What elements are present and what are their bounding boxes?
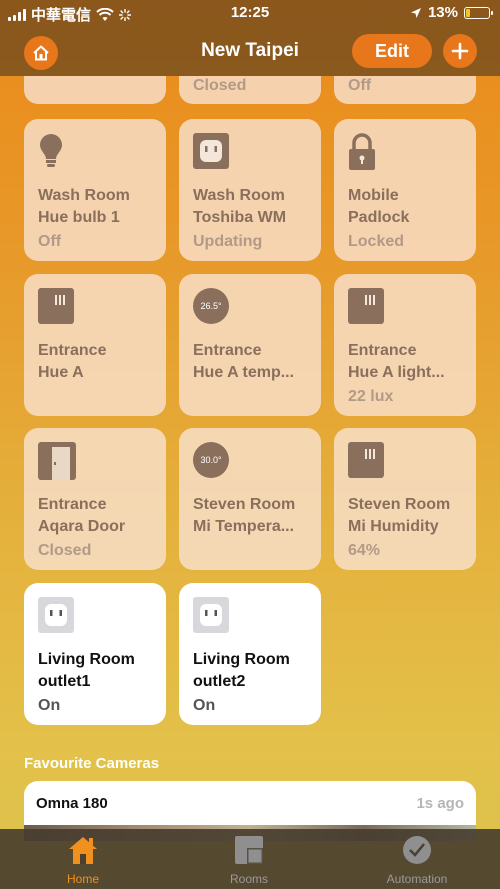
temperature-icon: 26.5° — [193, 288, 229, 324]
clock-check-icon — [403, 836, 431, 864]
location-arrow-icon — [410, 7, 421, 18]
tile-status: On — [38, 697, 61, 714]
tile-status: On — [193, 697, 216, 714]
camera-timestamp: 1s ago — [416, 795, 464, 812]
camera-name: Omna 180 — [36, 795, 108, 812]
tile-name: Living Room outlet1 — [38, 651, 135, 690]
tab-label: Rooms — [229, 872, 268, 886]
tab-label: Automation — [386, 872, 448, 886]
lightbulb-icon — [40, 134, 62, 167]
sensor-icon — [38, 288, 74, 324]
accessory-tile[interactable]: Entrance Hue A light... 22 lux — [334, 274, 476, 416]
lock-icon — [349, 133, 375, 170]
section-title-cameras: Favourite Cameras — [24, 755, 160, 772]
accessory-tile[interactable]: 26.5° Entrance Hue A temp... — [179, 274, 321, 416]
edit-button[interactable]: Edit — [352, 34, 432, 68]
accessory-tile[interactable]: Living Room outlet2 On — [179, 583, 321, 725]
accessory-tile[interactable]: Wash Room Toshiba WM Updating — [179, 119, 321, 261]
accessory-tile[interactable]: Closed — [179, 76, 321, 104]
accessory-tile[interactable]: Entrance Hue A — [24, 274, 166, 416]
add-button[interactable] — [443, 34, 477, 68]
tile-status: Closed — [38, 542, 92, 559]
accessory-tile[interactable]: Steven Room Mi Humidity 64% — [334, 428, 476, 570]
tile-status: 22 lux — [348, 388, 394, 405]
tile-name: Living Room outlet2 — [193, 651, 290, 690]
navigation-bar: New Taipei Edit — [0, 28, 500, 76]
tile-status: Off — [348, 77, 372, 94]
sensor-icon — [348, 442, 384, 478]
tile-status: 64% — [348, 542, 381, 559]
tile-name: Steven Room Mi Humidity — [348, 496, 451, 535]
accessory-tile[interactable]: Entrance Aqara Door Closed — [24, 428, 166, 570]
tile-name: Mobile Padlock — [348, 187, 410, 226]
tab-bar: Home Rooms Automation — [0, 829, 500, 889]
tile-name: Wash Room Toshiba WM — [193, 187, 287, 226]
tile-name: Entrance Aqara Door — [38, 496, 126, 535]
tab-home[interactable]: Home — [23, 835, 143, 886]
accessory-tile[interactable] — [24, 76, 166, 104]
temperature-icon: 30.0° — [193, 442, 229, 478]
sensor-icon — [348, 288, 384, 324]
accessory-tile[interactable]: 30.0° Steven Room Mi Tempera... — [179, 428, 321, 570]
accessory-tile[interactable]: Off — [334, 76, 476, 104]
battery-icon — [464, 6, 493, 19]
accessory-tile[interactable]: Mobile Padlock Locked — [334, 119, 476, 261]
tile-status: Updating — [193, 233, 263, 250]
tile-status: Closed — [193, 77, 247, 94]
battery-percent: 13% — [427, 4, 458, 21]
tab-rooms[interactable]: Rooms — [189, 835, 309, 886]
door-icon — [38, 442, 76, 480]
outlet-icon — [193, 133, 229, 169]
outlet-icon — [38, 597, 74, 633]
tile-name: Entrance Hue A temp... — [193, 342, 295, 381]
tile-status: Off — [38, 233, 62, 250]
tile-name: Steven Room Mi Tempera... — [193, 496, 296, 535]
rooms-icon — [235, 836, 263, 864]
tile-name: Entrance Hue A light... — [348, 342, 445, 381]
tile-name: Entrance Hue A — [38, 342, 107, 381]
tab-automation[interactable]: Automation — [357, 835, 477, 886]
outlet-icon — [193, 597, 229, 633]
tile-name: Wash Room Hue bulb 1 — [38, 187, 130, 226]
accessory-tile[interactable]: Living Room outlet1 On — [24, 583, 166, 725]
accessory-tile[interactable]: Wash Room Hue bulb 1 Off — [24, 119, 166, 261]
tile-status: Locked — [348, 233, 405, 250]
status-bar: 中華電信 12:25 13% — [0, 0, 500, 28]
plus-icon — [451, 42, 469, 60]
house-icon — [69, 837, 97, 864]
tab-label: Home — [66, 872, 99, 886]
